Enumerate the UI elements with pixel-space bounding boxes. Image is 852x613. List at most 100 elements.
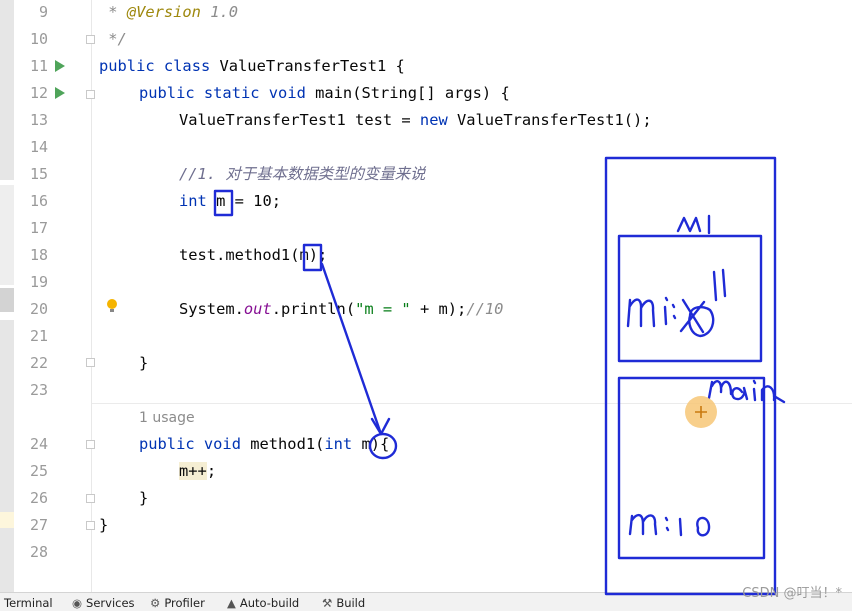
services-tab[interactable]: ◉ Services	[72, 593, 135, 611]
line-comment: //10	[466, 300, 504, 318]
line-number: 26	[29, 489, 48, 507]
line-number: 20	[29, 300, 48, 318]
profiler-label: Profiler	[164, 596, 205, 610]
line-number: 22	[29, 354, 48, 372]
javadoc-tag: @Version	[126, 3, 201, 21]
code-text: .println(	[271, 300, 356, 318]
code-editor[interactable]: 9 10 11 12 13 14 15 16 17 18 19 20 21 22…	[0, 0, 852, 592]
code-text: System.	[179, 300, 244, 318]
code-line-15: //1. 对于基本数据类型的变量来说	[179, 161, 425, 188]
code-text: ValueTransferTest1 test =	[179, 111, 420, 129]
javadoc-end: */	[99, 30, 127, 48]
closing-brace: }	[99, 516, 109, 534]
line-number: 14	[29, 138, 48, 156]
parameter-m: m	[361, 435, 371, 453]
line-number: 24	[29, 435, 48, 453]
status-bar: Terminal ◉ Services ⚙ Profiler ▲ Auto-build…	[0, 592, 852, 611]
line-number: 11	[29, 57, 48, 75]
keyword: new	[419, 111, 448, 129]
services-label: Services	[86, 596, 135, 610]
method-separator	[92, 403, 852, 404]
line-number: 18	[29, 246, 48, 264]
code-line-22: }	[139, 350, 148, 377]
static-field: out	[243, 300, 272, 318]
code-text: ){	[370, 435, 390, 453]
javadoc-prefix: *	[99, 3, 127, 21]
fold-icon[interactable]	[86, 35, 95, 44]
terminal-tab[interactable]: Terminal	[4, 593, 53, 611]
variable-m: m	[216, 192, 226, 210]
code-text: = 10;	[225, 192, 281, 210]
code-line-12: public static void main(String[] args) {	[139, 80, 510, 107]
code-text: test.method1(	[179, 246, 300, 264]
code-line-11: public class ValueTransferTest1 {	[99, 53, 405, 80]
line-number: 27	[29, 516, 48, 534]
method-signature: main(String[] args) {	[305, 84, 510, 102]
gutter-divider	[91, 0, 92, 592]
line-number: 19	[29, 273, 48, 291]
closing-brace: }	[139, 489, 149, 507]
left-tool-strip-segment	[0, 185, 14, 285]
auto-build-label: Auto-build	[239, 596, 300, 610]
line-number: 10	[29, 30, 48, 48]
left-tool-strip-bottom	[0, 528, 14, 592]
line-comment: //1. 对于基本数据类型的变量来说	[179, 165, 426, 183]
line-number: 12	[29, 84, 48, 102]
profiler-icon: ⚙	[150, 596, 161, 610]
line-number: 23	[29, 381, 48, 399]
keyword: int	[324, 435, 353, 453]
keyword: void	[203, 435, 241, 453]
fold-icon[interactable]	[86, 494, 95, 503]
line-number: 25	[29, 462, 48, 480]
code-line-24: public void method1(int m){	[139, 431, 389, 458]
javadoc-text: 1.0	[200, 3, 239, 21]
line-number: 21	[29, 327, 48, 345]
keyword: public	[139, 84, 195, 102]
code-line-26: }	[139, 485, 148, 512]
code-text: ;	[206, 462, 217, 480]
run-icon[interactable]	[55, 60, 65, 72]
code-line-27: }	[99, 512, 108, 539]
closing-brace: }	[139, 354, 149, 372]
keyword: int	[179, 192, 207, 210]
build-tab[interactable]: ⚒ Build	[322, 593, 365, 611]
line-number: 13	[29, 111, 48, 129]
left-tool-strip-highlight	[0, 512, 14, 528]
run-icon[interactable]	[55, 87, 65, 99]
intention-bulb-icon[interactable]	[106, 298, 118, 314]
fold-icon[interactable]	[86, 521, 95, 530]
code-line-25: m++;	[179, 458, 216, 485]
code-text: );	[308, 246, 328, 264]
keyword: public	[139, 435, 195, 453]
line-number: 28	[29, 543, 48, 561]
line-number: 15	[29, 165, 48, 183]
code-text: method1(	[240, 435, 325, 453]
code-line-10: */	[99, 26, 127, 53]
build-icon: ⚒	[322, 596, 333, 610]
parameter-m-increment: m++	[179, 462, 207, 480]
left-tool-strip-lower	[0, 320, 14, 512]
services-icon: ◉	[72, 596, 83, 610]
code-text: + m);	[410, 300, 467, 318]
auto-build-tab[interactable]: ▲ Auto-build	[227, 593, 299, 611]
fold-icon[interactable]	[86, 90, 95, 99]
build-label: Build	[336, 596, 366, 610]
line-number: 9	[38, 3, 48, 21]
usage-hint[interactable]: 1 usage	[139, 405, 195, 432]
keyword: class	[163, 57, 211, 75]
warning-icon: ▲	[227, 596, 236, 610]
terminal-label: Terminal	[4, 596, 53, 610]
line-number: 16	[29, 192, 48, 210]
keyword: public	[99, 57, 155, 75]
keyword: static	[203, 84, 260, 102]
fold-icon[interactable]	[86, 358, 95, 367]
code-line-13: ValueTransferTest1 test = new ValueTrans…	[179, 107, 652, 134]
code-line-9: * @Version 1.0	[99, 0, 238, 26]
line-number: 17	[29, 219, 48, 237]
profiler-tab[interactable]: ⚙ Profiler	[150, 593, 205, 611]
fold-icon[interactable]	[86, 440, 95, 449]
left-tool-strip-active	[0, 288, 14, 312]
csdn-watermark: CSDN @叮当！*	[742, 586, 842, 601]
code-line-20: System.out.println("m = " + m);//10	[179, 296, 503, 323]
